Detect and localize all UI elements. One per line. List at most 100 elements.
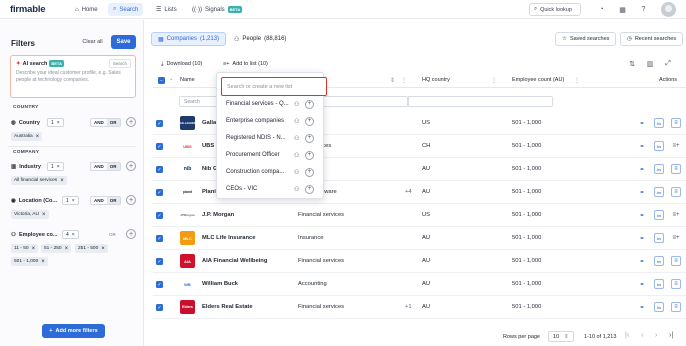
ai-search-button[interactable]: Search — [108, 59, 131, 68]
close-icon[interactable]: × — [41, 259, 45, 265]
close-icon[interactable]: × — [72, 198, 75, 204]
list-item[interactable]: Registered NDIS - N... ⚇ + — [226, 132, 321, 144]
linkedin-icon[interactable]: in — [654, 210, 664, 220]
table-row[interactable]: ✓ WB William Buck Accounting AU 501 - 1,… — [153, 273, 686, 296]
add-to-list-icon[interactable]: ≡ — [671, 302, 681, 312]
company-name[interactable]: William Buck — [202, 281, 238, 287]
add-to-list-icon[interactable]: ≡+ — [671, 141, 681, 151]
add-to-list-icon[interactable]: ≡ — [671, 118, 681, 128]
list-item[interactable]: Enterprise companies ⚇ + — [226, 115, 321, 127]
row-checkbox[interactable]: ✓ — [156, 258, 163, 265]
close-icon[interactable]: × — [32, 246, 36, 252]
download-button[interactable]: ⤓ Download (10) — [161, 58, 202, 70]
calendar-icon[interactable]: ▦ — [617, 4, 628, 15]
linkedin-icon[interactable]: in — [654, 187, 664, 197]
list-item[interactable]: Financial services - Q... ⚇ + — [226, 98, 321, 110]
add-circle-icon[interactable]: + — [305, 99, 314, 109]
add-to-list-icon[interactable]: ≡ — [671, 256, 681, 266]
sort-icon[interactable]: ⇅ — [627, 59, 637, 69]
prev-page-icon[interactable]: ‹ — [641, 332, 643, 339]
nav-search[interactable]: ⌕ Search — [108, 3, 144, 16]
recent-searches-button[interactable]: ◷ Recent searches — [620, 32, 684, 46]
company-name[interactable]: J.P. Morgan — [202, 212, 234, 218]
employee-filter-row[interactable]: ⚇ Employee co... — [11, 229, 57, 240]
add-country-button[interactable]: + — [126, 117, 136, 127]
add-to-list-icon[interactable]: ≡ — [671, 279, 681, 289]
close-icon[interactable]: × — [57, 120, 60, 126]
column-name[interactable]: Name — [180, 77, 195, 83]
nav-signals[interactable]: ((·)) Signals BETA — [187, 3, 247, 16]
table-row[interactable]: ✓ Elders Elders Real Estate Financial se… — [153, 296, 686, 319]
table-row[interactable]: ✓ AIA AIA Financial Wellbeing Financial … — [153, 250, 686, 273]
quick-lookup-button[interactable]: ⌕ Quick lookup — [529, 3, 581, 16]
list-search-input[interactable]: Search or create a new list — [221, 77, 327, 96]
employee-or-toggle[interactable]: OR — [106, 230, 119, 239]
linkedin-icon[interactable]: in — [654, 256, 664, 266]
rows-per-page-select[interactable]: 10 ⇕ — [548, 331, 574, 342]
more-industries[interactable]: +4 — [405, 189, 412, 195]
add-circle-icon[interactable]: + — [305, 116, 314, 126]
nav-home[interactable]: ⌂ Home — [70, 3, 103, 16]
company-name[interactable]: Elders Real Estate — [202, 304, 253, 310]
close-icon[interactable]: × — [101, 246, 105, 252]
help-icon[interactable]: ? — [638, 4, 649, 15]
row-checkbox[interactable]: ✓ — [156, 281, 163, 288]
linkedin-icon[interactable]: in — [654, 164, 664, 174]
column-employee-count[interactable]: Employee count (AU) — [512, 77, 564, 83]
select-all-checkbox[interactable]: − — [158, 77, 165, 84]
or-option[interactable]: OR — [106, 197, 120, 204]
row-checkbox[interactable]: ✓ — [156, 304, 163, 311]
row-checkbox[interactable]: ✓ — [156, 166, 163, 173]
country-filter-row[interactable]: ◍ Country — [11, 117, 40, 128]
row-checkbox[interactable]: ✓ — [156, 189, 163, 196]
add-circle-icon[interactable]: + — [305, 167, 314, 177]
add-to-list-button[interactable]: ≡+ Add to list (10) — [223, 58, 268, 70]
or-option[interactable]: OR — [106, 119, 120, 126]
row-checkbox[interactable]: ✓ — [156, 235, 163, 242]
link-icon[interactable]: ⚭ — [637, 256, 647, 266]
close-icon[interactable]: × — [42, 212, 46, 218]
close-icon[interactable]: × — [57, 164, 60, 170]
employee-count-pill[interactable]: 4 × — [62, 230, 79, 239]
company-name[interactable]: UBS — [202, 143, 214, 149]
column-hq-country[interactable]: HQ country — [422, 77, 450, 83]
more-industries[interactable]: +1 — [405, 304, 412, 310]
credits-icon[interactable]: ◔ — [596, 4, 607, 15]
link-icon[interactable]: ⚭ — [637, 118, 647, 128]
list-item[interactable]: Procurement Officer ⚇ + — [226, 149, 321, 161]
last-page-icon[interactable]: ›| — [669, 332, 673, 339]
saved-searches-button[interactable]: ☆ Saved searches — [555, 32, 617, 46]
link-icon[interactable]: ⚭ — [637, 279, 647, 289]
row-checkbox[interactable]: ✓ — [156, 212, 163, 219]
add-location-button[interactable]: + — [126, 195, 136, 205]
row-checkbox[interactable]: ✓ — [156, 120, 163, 127]
industry-filter-row[interactable]: ▥ Industry — [11, 161, 41, 172]
avatar[interactable] — [661, 2, 676, 17]
add-to-list-icon[interactable]: ≡ — [671, 187, 681, 197]
add-circle-icon[interactable]: + — [305, 133, 314, 143]
link-icon[interactable]: ⚭ — [637, 141, 647, 151]
link-icon[interactable]: ⚭ — [637, 233, 647, 243]
tab-companies[interactable]: ▦ Companies (1,213) — [151, 32, 227, 46]
link-icon[interactable]: ⚭ — [637, 302, 647, 312]
app-logo[interactable]: firmable — [10, 4, 46, 15]
columns-icon[interactable]: ▥ — [645, 59, 655, 69]
next-page-icon[interactable]: › — [655, 332, 657, 339]
country-and-or-toggle[interactable]: AND OR — [90, 118, 121, 127]
company-name[interactable]: MLC Life Insurance — [202, 235, 255, 241]
add-circle-icon[interactable]: + — [305, 184, 314, 194]
company-name[interactable]: AIA Financial Wellbeing — [202, 258, 267, 264]
list-item[interactable]: CEOs - VIC ⚇ + — [226, 183, 321, 195]
linkedin-icon[interactable]: in — [654, 279, 664, 289]
location-and-or-toggle[interactable]: AND OR — [90, 196, 121, 205]
list-item[interactable]: Construction compa... ⚇ + — [226, 166, 321, 178]
clear-all-button[interactable]: Clear all — [78, 35, 107, 49]
or-option[interactable]: OR — [106, 163, 120, 170]
and-option[interactable]: AND — [91, 119, 107, 126]
column-menu-icon[interactable]: ⋮ — [574, 77, 580, 84]
linkedin-icon[interactable]: in — [654, 233, 664, 243]
column-sort-icon[interactable]: ⇕ — [390, 77, 395, 84]
location-filter-row[interactable]: ◉ Location (Co... — [11, 195, 57, 206]
link-icon[interactable]: ⚭ — [637, 187, 647, 197]
ai-search-box[interactable]: ✦ AI search BETA Search Describe your id… — [10, 55, 136, 98]
